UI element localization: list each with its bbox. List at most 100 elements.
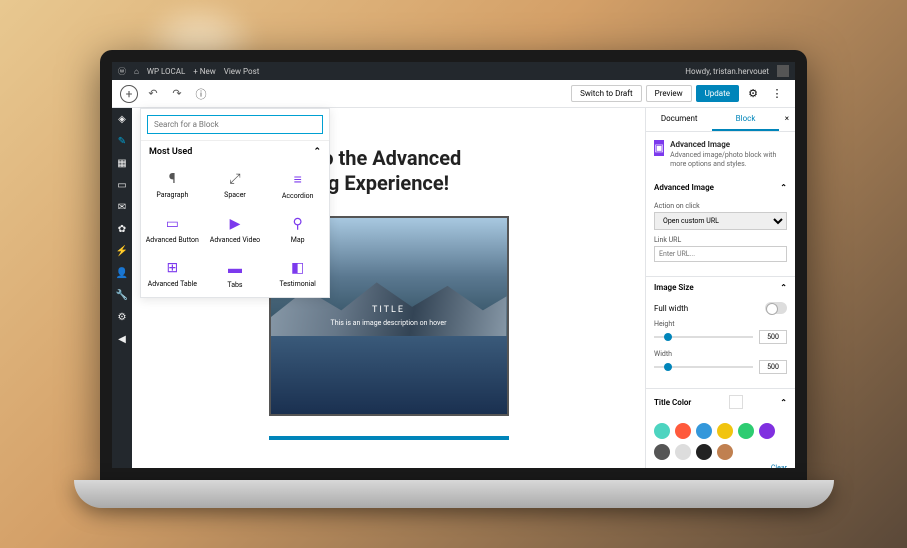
color-option[interactable] [654, 423, 670, 439]
section-label: Most Used [149, 147, 192, 157]
block-paragraph[interactable]: ¶ Paragraph [141, 163, 204, 208]
block-adv-button[interactable]: ▭ Advanced Button [141, 208, 204, 252]
testimonial-icon: ◧ [291, 260, 304, 276]
wp-admin-bar: ⓦ ⌂ WP LOCAL + New View Post Howdy, tris… [112, 62, 795, 80]
block-adv-table[interactable]: ⊞ Advanced Table [141, 252, 204, 297]
block-tabs[interactable]: ▬ Tabs [204, 252, 267, 297]
width-slider[interactable] [654, 366, 753, 368]
tabs-icon: ▬ [228, 260, 242, 277]
block-label: Paragraph [156, 191, 188, 199]
clear-color-link[interactable]: Clear [654, 464, 787, 468]
current-color-swatch [729, 395, 743, 409]
color-palette [654, 419, 787, 464]
color-option[interactable] [738, 423, 754, 439]
block-map[interactable]: ⚲ Map [266, 208, 329, 252]
settings-icon[interactable]: ⚙ [115, 310, 129, 324]
home-icon[interactable]: ⌂ [134, 67, 139, 76]
block-accordion[interactable]: ≡Accordion [266, 163, 329, 208]
full-width-toggle[interactable] [765, 302, 787, 314]
image-desc-text: This is an image description on hover [331, 319, 447, 327]
howdy-text[interactable]: Howdy, tristan.hervouet [685, 67, 769, 76]
more-menu-icon[interactable]: ⋮ [767, 84, 787, 104]
settings-gear-icon[interactable]: ⚙ [743, 84, 763, 104]
panel-title-color[interactable]: Title Color ⌃ [646, 389, 795, 415]
color-option[interactable] [675, 423, 691, 439]
users-icon[interactable]: 👤 [115, 266, 129, 280]
block-testimonial[interactable]: ◧ Testimonial [266, 252, 329, 297]
preview-button[interactable]: Preview [646, 85, 692, 102]
site-name[interactable]: WP LOCAL [147, 67, 185, 76]
progress-bar [269, 436, 509, 440]
block-adv-video[interactable]: ▶Advanced Video [204, 208, 267, 252]
color-option[interactable] [759, 423, 775, 439]
block-inserter-popover: Most Used ⌃ ¶ Paragraph ⤢ Spacer ≡Accordio… [140, 108, 330, 298]
settings-sidebar: Document Block × ▣ Advanced Image Advanc… [645, 108, 795, 468]
block-search-input[interactable] [154, 120, 316, 129]
color-option[interactable] [717, 423, 733, 439]
height-label: Height [654, 320, 787, 328]
width-label: Width [654, 350, 787, 358]
view-post-link[interactable]: View Post [224, 67, 260, 76]
dashboard-icon[interactable]: ◈ [115, 112, 129, 126]
switch-draft-button[interactable]: Switch to Draft [571, 85, 642, 102]
table-icon: ⊞ [166, 260, 178, 276]
block-label: Map [291, 236, 305, 244]
appearance-icon[interactable]: ✿ [115, 222, 129, 236]
color-option[interactable] [675, 444, 691, 460]
block-label: Advanced Button [146, 236, 199, 244]
info-button[interactable]: ⓘ [192, 85, 210, 103]
panel-advanced-image[interactable]: Advanced Image ⌃ [646, 177, 795, 198]
editor-canvas: Most Used ⌃ ¶ Paragraph ⤢ Spacer ≡Accordio… [132, 108, 645, 468]
paragraph-icon: ¶ [169, 171, 176, 187]
update-button[interactable]: Update [696, 85, 739, 102]
button-icon: ▭ [166, 216, 179, 232]
inserter-section-header[interactable]: Most Used ⌃ [141, 140, 329, 163]
plugins-icon[interactable]: ⚡ [115, 244, 129, 258]
link-url-input[interactable] [654, 246, 787, 262]
width-value[interactable] [759, 360, 787, 374]
chevron-up-icon: ⌃ [780, 183, 787, 192]
avatar-icon[interactable] [777, 65, 789, 77]
spacer-icon: ⤢ [229, 171, 240, 187]
block-label: Advanced Table [148, 280, 197, 288]
block-type-icon: ▣ [654, 140, 664, 156]
color-option[interactable] [696, 444, 712, 460]
media-icon[interactable]: ▦ [115, 156, 129, 170]
map-icon: ⚲ [293, 216, 303, 232]
action-select[interactable]: Open custom URL [654, 212, 787, 230]
chevron-up-icon: ⌃ [780, 398, 787, 407]
block-label: Testimonial [279, 280, 315, 288]
tools-icon[interactable]: 🔧 [115, 288, 129, 302]
comments-icon[interactable]: ✉ [115, 200, 129, 214]
undo-button[interactable]: ↶ [144, 85, 162, 103]
block-spacer[interactable]: ⤢ Spacer [204, 163, 267, 208]
block-label: Tabs [227, 281, 242, 289]
inserter-search-wrapper [147, 115, 323, 134]
height-value[interactable] [759, 330, 787, 344]
admin-menu-rail: ◈ ✎ ▦ ▭ ✉ ✿ ⚡ 👤 🔧 ⚙ ◀ [112, 108, 132, 468]
block-label: Spacer [224, 191, 246, 199]
collapse-icon[interactable]: ◀ [115, 332, 129, 346]
block-name: Advanced Image [670, 140, 787, 149]
color-option[interactable] [696, 423, 712, 439]
redo-button[interactable]: ↷ [168, 85, 186, 103]
tab-document[interactable]: Document [646, 108, 712, 131]
wp-logo-icon[interactable]: ⓦ [118, 66, 126, 77]
image-title-text: TITLE [372, 305, 405, 315]
panel-image-size[interactable]: Image Size ⌃ [646, 277, 795, 298]
full-width-label: Full width [654, 304, 688, 313]
pages-icon[interactable]: ▭ [115, 178, 129, 192]
close-sidebar-icon[interactable]: × [779, 108, 795, 131]
tab-block[interactable]: Block [712, 108, 778, 131]
add-block-button[interactable]: + [120, 85, 138, 103]
panel-title: Advanced Image [654, 183, 714, 192]
new-link[interactable]: + New [193, 67, 215, 76]
block-label: Advanced Video [210, 236, 260, 244]
height-slider[interactable] [654, 336, 753, 338]
panel-title: Image Size [654, 283, 694, 292]
editor-topbar: + ↶ ↷ ⓘ Switch to Draft Preview Update ⚙… [112, 80, 795, 108]
posts-icon[interactable]: ✎ [115, 134, 129, 148]
url-label: Link URL [654, 236, 787, 244]
color-option[interactable] [717, 444, 733, 460]
color-option[interactable] [654, 444, 670, 460]
